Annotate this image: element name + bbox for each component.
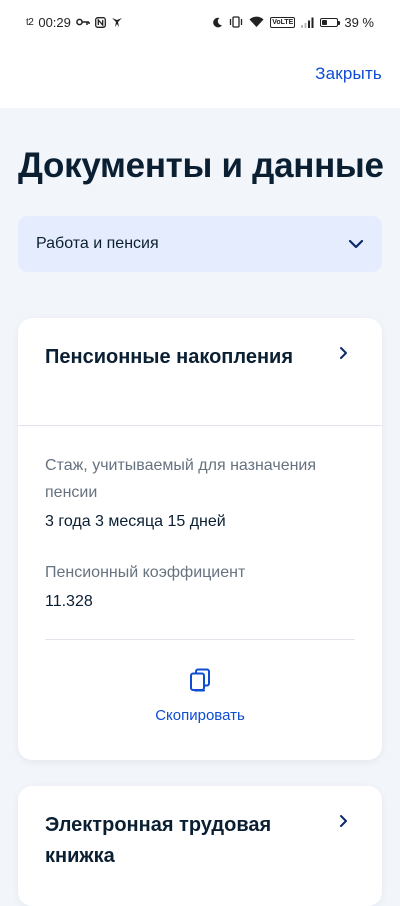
pension-coefficient-value: 11.328 xyxy=(45,593,93,610)
signal-icon xyxy=(301,17,314,28)
sim-carrier: t2 xyxy=(26,16,34,28)
battery-icon xyxy=(320,17,341,27)
battery-percent: 39 % xyxy=(344,14,374,30)
moon-icon xyxy=(212,17,223,28)
vibrate-icon xyxy=(229,16,243,28)
status-bar: t2 00:29 VoLTE 39 % xyxy=(0,0,400,44)
category-selected-label: Работа и пенсия xyxy=(36,235,159,252)
card-body: Стаж, учитываемый для назначения пенсии … xyxy=(18,426,382,724)
action-divider xyxy=(45,639,355,640)
copy-icon xyxy=(189,668,211,697)
pension-coefficient-field: Пенсионный коэффициент 11.328 xyxy=(45,559,355,615)
key-icon xyxy=(76,17,90,27)
pension-coefficient-label: Пенсионный коэффициент xyxy=(45,564,246,581)
close-button[interactable]: Закрыть xyxy=(315,64,382,84)
seniority-label: Стаж, учитываемый для назначения пенсии xyxy=(45,457,317,501)
copy-button[interactable]: Скопировать xyxy=(45,668,355,724)
copy-button-label: Скопировать xyxy=(155,707,245,724)
wifi-icon xyxy=(249,16,264,28)
chevron-down-icon xyxy=(348,239,364,249)
bird-icon xyxy=(111,17,123,28)
pension-savings-card: Пенсионные накопления Стаж, учитываемый … xyxy=(18,318,382,760)
nfc-icon xyxy=(94,16,106,28)
top-bar: Закрыть xyxy=(0,44,400,108)
chevron-right-icon xyxy=(339,814,348,828)
work-book-header[interactable]: Электронная трудовая книжка xyxy=(18,786,382,893)
chevron-right-icon xyxy=(339,346,348,360)
card-title: Электронная трудовая книжка xyxy=(45,814,272,867)
battery-level-fill xyxy=(322,19,328,25)
work-book-card: Электронная трудовая книжка xyxy=(18,786,382,906)
page-title: Документы и данные xyxy=(18,146,384,185)
seniority-field: Стаж, учитываемый для назначения пенсии … xyxy=(45,452,355,535)
pension-savings-header[interactable]: Пенсионные накопления xyxy=(18,318,382,425)
category-dropdown[interactable]: Работа и пенсия xyxy=(18,216,382,272)
seniority-value: 3 года 3 месяца 15 дней xyxy=(45,513,226,530)
status-time: 00:29 xyxy=(38,14,71,30)
card-title: Пенсионные накопления xyxy=(45,346,293,368)
volte-icon: VoLTE xyxy=(270,16,296,28)
